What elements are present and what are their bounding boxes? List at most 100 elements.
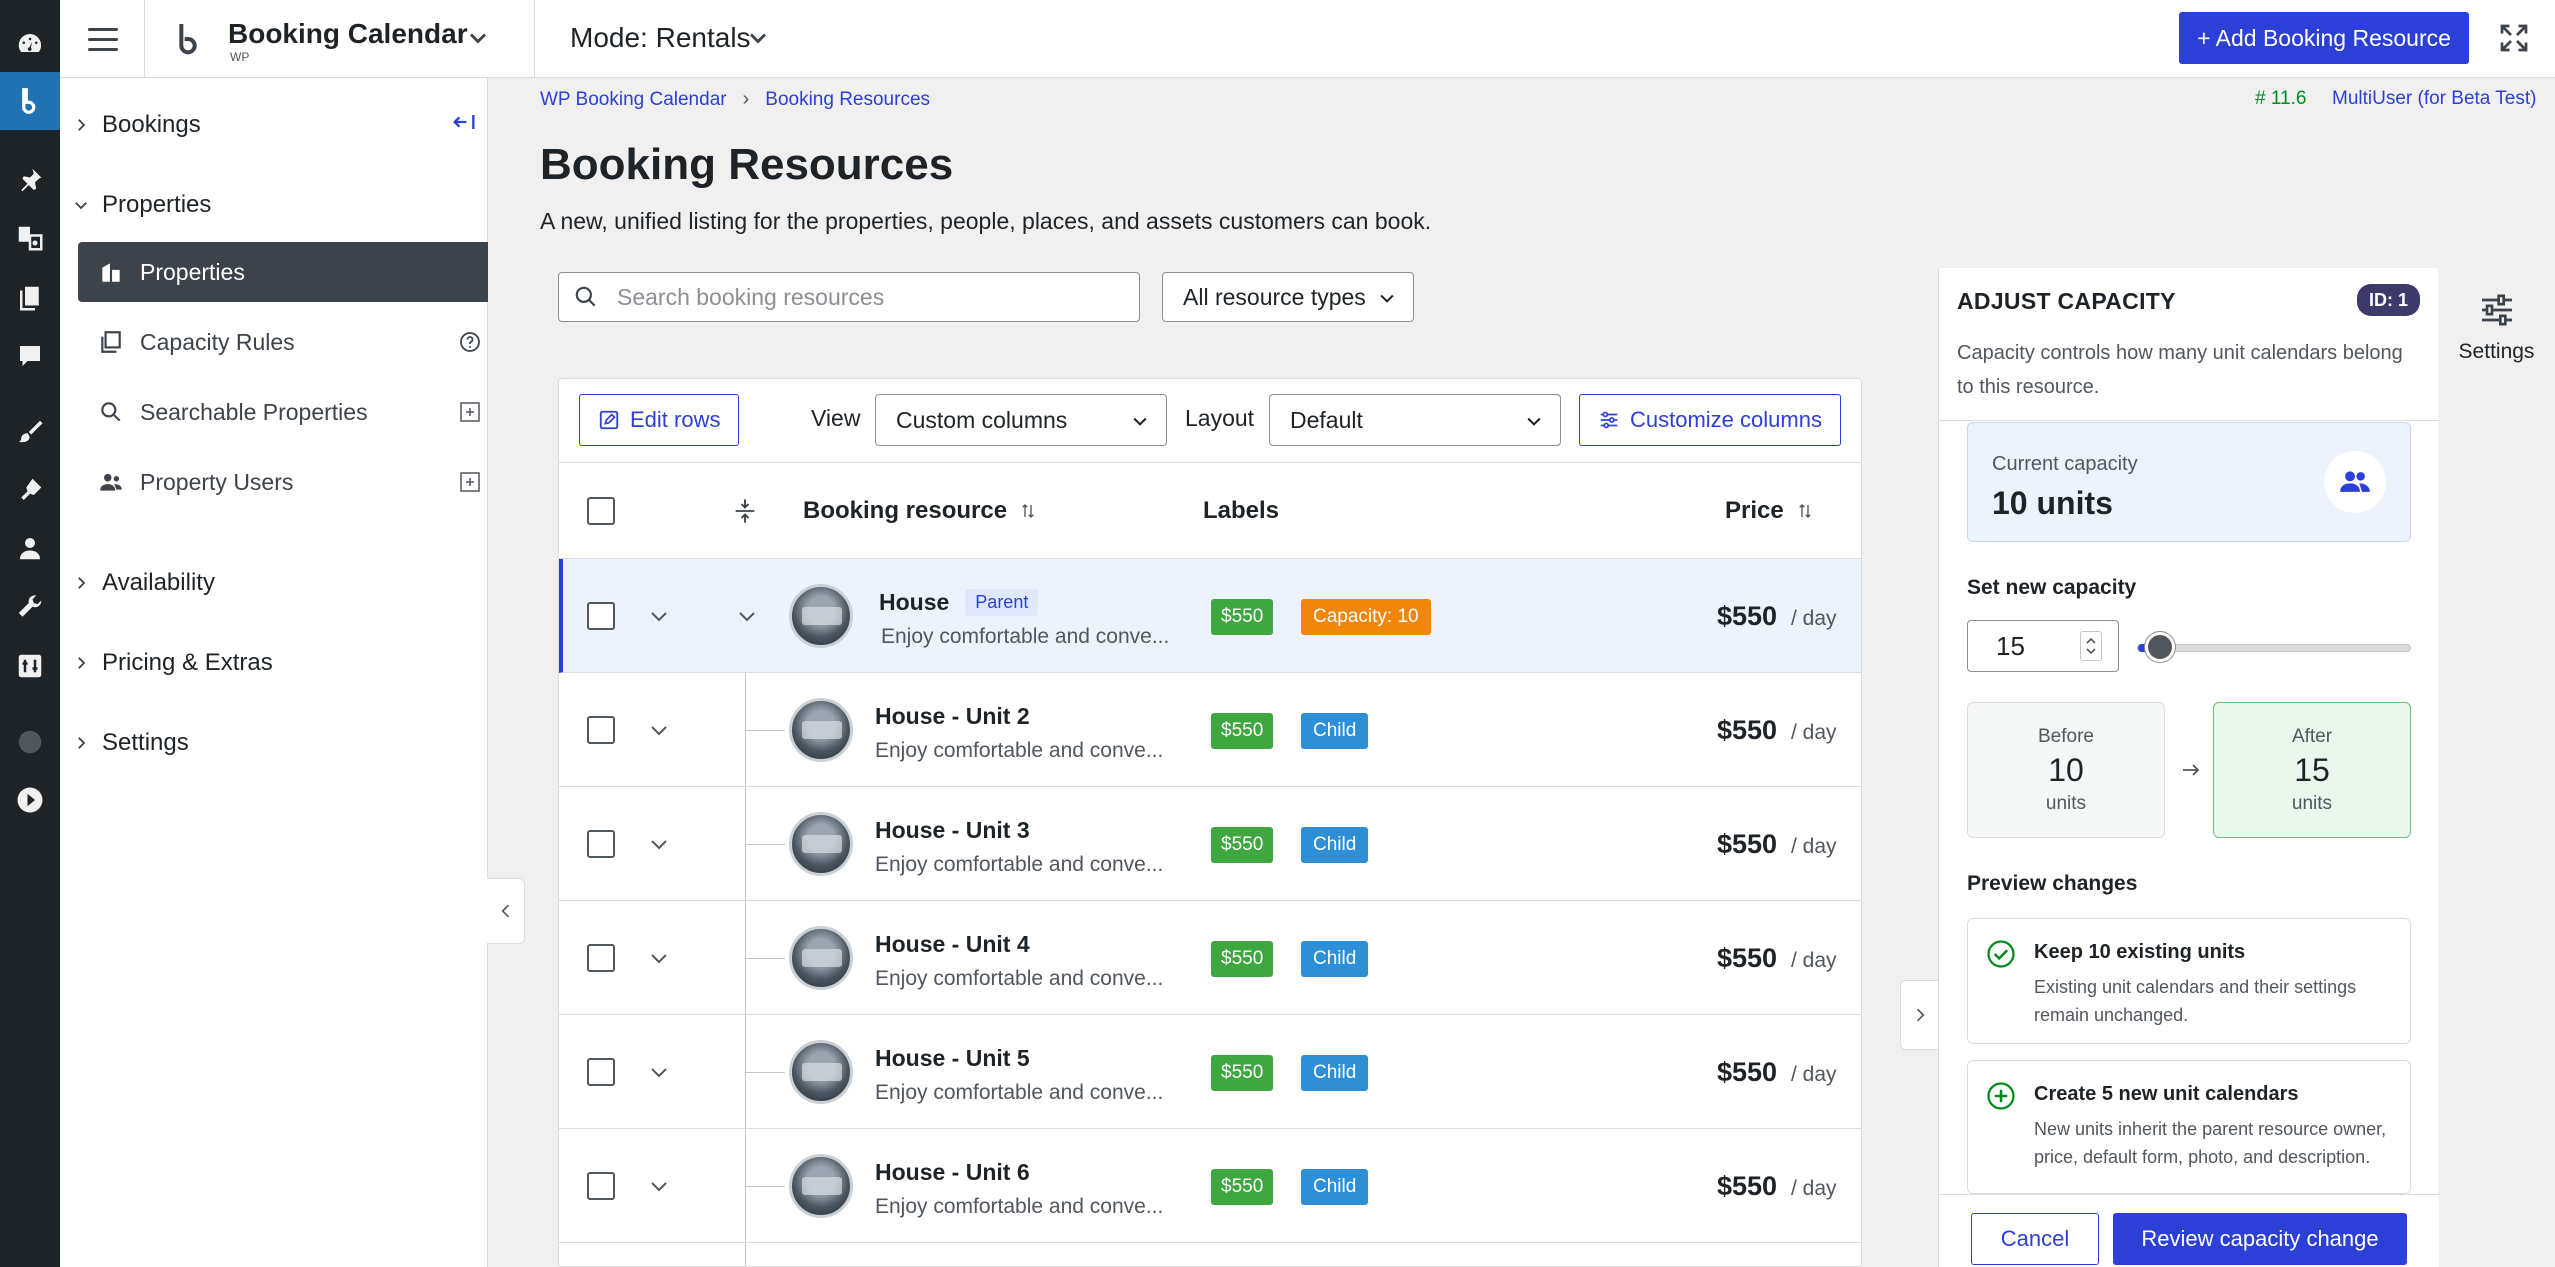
- play-icon[interactable]: [12, 782, 48, 818]
- column-header-price[interactable]: Price: [1725, 497, 1814, 525]
- customize-columns-button[interactable]: Customize columns: [1579, 394, 1841, 446]
- search-input[interactable]: [617, 283, 1117, 311]
- row-checkbox[interactable]: [587, 602, 615, 630]
- dashboard-icon[interactable]: [12, 26, 48, 62]
- users-icon[interactable]: [12, 530, 48, 566]
- slider-handle[interactable]: [2144, 632, 2175, 662]
- nav-section-label: Bookings: [102, 111, 201, 138]
- plugins-icon[interactable]: [12, 472, 48, 508]
- column-header-labels: Labels: [1203, 497, 1279, 525]
- chevron-down-icon[interactable]: [647, 832, 671, 856]
- menu-icon[interactable]: [84, 20, 122, 58]
- capacity-slider[interactable]: [2137, 644, 2411, 652]
- collapse-all-icon[interactable]: [731, 497, 759, 525]
- plus-circle-icon: [1987, 1082, 2015, 1110]
- row-checkbox[interactable]: [587, 944, 615, 972]
- sidebar-item-properties[interactable]: Properties: [78, 242, 488, 302]
- child-badge: Child: [1301, 1055, 1369, 1091]
- fullscreen-icon[interactable]: [2496, 20, 2532, 56]
- resource-thumbnail: [789, 1154, 853, 1218]
- button-label: Edit rows: [630, 407, 721, 432]
- multiuser-link[interactable]: MultiUser (for Beta Test): [2332, 88, 2536, 110]
- nav-section-pricing[interactable]: Pricing & Extras: [60, 638, 488, 688]
- chevron-right-icon: [78, 119, 86, 131]
- mode-selector[interactable]: Mode: Rentals: [570, 22, 751, 54]
- column-header-resource[interactable]: Booking resource: [803, 497, 1037, 525]
- sidebar-item-capacity-rules[interactable]: Capacity Rules: [78, 312, 488, 372]
- sidebar-item-property-users[interactable]: Property Users: [78, 452, 488, 512]
- collapse-sidebar-icon[interactable]: [450, 108, 478, 136]
- settings-sliders-icon[interactable]: [12, 648, 48, 684]
- comments-icon[interactable]: [12, 338, 48, 374]
- globe-icon[interactable]: [12, 724, 48, 760]
- chevron-down-icon[interactable]: [647, 604, 671, 628]
- row-checkbox[interactable]: [587, 830, 615, 858]
- add-booking-resource-button[interactable]: + Add Booking Resource: [2179, 12, 2469, 64]
- tools-icon[interactable]: [12, 590, 48, 626]
- nav-section-settings[interactable]: Settings: [60, 718, 488, 768]
- sidebar-item-searchable-properties[interactable]: Searchable Properties: [78, 382, 488, 442]
- chevron-down-icon[interactable]: [464, 24, 492, 52]
- row-checkbox[interactable]: [587, 1172, 615, 1200]
- table-row[interactable]: House - Unit 4 Enjoy comfortable and con…: [559, 901, 1861, 1015]
- resource-description: Enjoy comfortable and conve...: [881, 625, 1170, 648]
- resource-name[interactable]: House Parent: [879, 589, 1039, 616]
- create-units-card: Create 5 new unit calendars New units in…: [1967, 1060, 2411, 1194]
- table-row[interactable]: House - Unit 2 Enjoy comfortable and con…: [559, 673, 1861, 787]
- chevron-down-icon[interactable]: [647, 1174, 671, 1198]
- select-all-checkbox[interactable]: [587, 497, 615, 525]
- chevron-down-icon[interactable]: [744, 24, 772, 52]
- tab-settings[interactable]: Settings: [2438, 268, 2555, 386]
- nav-section-label: Properties: [102, 191, 212, 218]
- add-icon[interactable]: [458, 400, 482, 424]
- row-checkbox[interactable]: [587, 1058, 615, 1086]
- add-icon[interactable]: [458, 470, 482, 494]
- expand-children-icon[interactable]: [735, 604, 759, 628]
- brand-title[interactable]: Booking Calendar: [228, 18, 468, 50]
- sidebar-collapse-toggle[interactable]: [487, 878, 525, 944]
- resource-type-select[interactable]: All resource types: [1162, 272, 1414, 322]
- nav-section-properties[interactable]: Properties: [60, 180, 488, 230]
- pages-icon[interactable]: [12, 280, 48, 316]
- review-capacity-button[interactable]: Review capacity change: [2113, 1213, 2407, 1265]
- table-row[interactable]: House - Unit 6 Enjoy comfortable and con…: [559, 1129, 1861, 1243]
- breadcrumb-current-link[interactable]: Booking Resources: [765, 89, 930, 111]
- column-label: Booking resource: [803, 497, 1008, 524]
- resource-name[interactable]: House - Unit 6: [875, 1159, 1030, 1186]
- chevron-down-icon[interactable]: [647, 1060, 671, 1084]
- edit-rows-button[interactable]: Edit rows: [579, 394, 740, 446]
- resource-name[interactable]: House - Unit 2: [875, 703, 1030, 730]
- panel-title: ADJUST CAPACITY: [1957, 288, 2176, 314]
- pin-icon[interactable]: [12, 162, 48, 198]
- chevron-down-icon[interactable]: [647, 946, 671, 970]
- chevron-down-icon[interactable]: [647, 718, 671, 742]
- panel-toggle[interactable]: [1900, 980, 1938, 1050]
- chevron-right-icon: [78, 577, 86, 589]
- appearance-icon[interactable]: [12, 414, 48, 450]
- table-row[interactable]: House - Unit 3 Enjoy comfortable and con…: [559, 787, 1861, 901]
- resource-name-text: House - Unit 5: [875, 1045, 1030, 1071]
- brand-subtitle: WP: [230, 50, 250, 64]
- search-box[interactable]: [558, 272, 1140, 322]
- media-icon[interactable]: [12, 220, 48, 256]
- resource-name[interactable]: House - Unit 5: [875, 1045, 1030, 1072]
- capacity-stepper[interactable]: [2080, 631, 2102, 661]
- row-checkbox[interactable]: [587, 716, 615, 744]
- table-row[interactable]: House Parent Enjoy comfortable and conve…: [559, 559, 1861, 673]
- nav-section-availability[interactable]: Availability: [60, 558, 488, 608]
- capacity-number-input[interactable]: 15: [1967, 620, 2119, 672]
- view-select[interactable]: Custom columns: [875, 394, 1167, 446]
- layout-select[interactable]: Default: [1269, 394, 1561, 446]
- help-icon[interactable]: [458, 330, 482, 354]
- sidebar-item-label: Capacity Rules: [140, 328, 295, 355]
- price-unit: / day: [1791, 1177, 1837, 1200]
- table-row[interactable]: House - Unit 5 Enjoy comfortable and con…: [559, 1015, 1861, 1129]
- cancel-button[interactable]: Cancel: [1971, 1213, 2099, 1265]
- resource-name[interactable]: House - Unit 3: [875, 817, 1030, 844]
- resources-table: Edit rows View Custom columns Layout Def…: [558, 378, 1862, 1267]
- nav-section-bookings[interactable]: Bookings: [60, 100, 488, 150]
- breadcrumb-root-link[interactable]: WP Booking Calendar: [540, 89, 727, 111]
- resource-name[interactable]: House - Unit 4: [875, 931, 1030, 958]
- booking-calendar-icon[interactable]: [0, 72, 60, 130]
- after-capacity-box: After 15 units: [2213, 702, 2411, 838]
